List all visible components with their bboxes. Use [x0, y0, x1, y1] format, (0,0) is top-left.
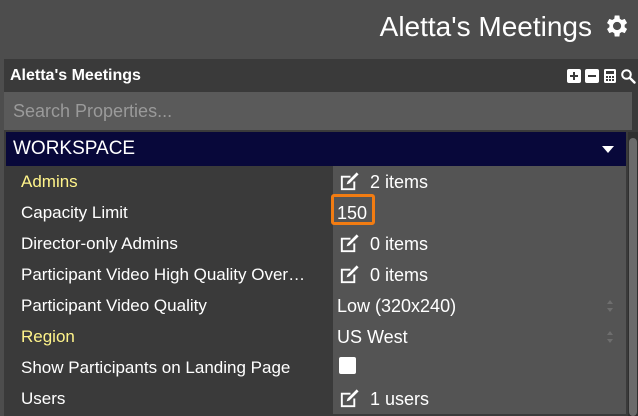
- property-label: Director-only Admins: [21, 234, 178, 253]
- property-row-participant-video-high-quality-override: Participant Video High Quality Over… 0 i…: [6, 259, 626, 290]
- chevron-down-icon[interactable]: [602, 146, 614, 153]
- property-label: Users: [21, 389, 66, 408]
- calculator-icon[interactable]: [602, 68, 618, 84]
- edit-icon[interactable]: [338, 232, 361, 255]
- value-text: 1 users: [370, 389, 430, 409]
- plus-square-icon[interactable]: [566, 68, 582, 84]
- property-label: Participant Video Quality: [21, 296, 207, 315]
- scrollbar-thumb[interactable]: [629, 138, 637, 416]
- panel-header: Aletta's Meetings: [4, 59, 638, 92]
- section-label: WORKSPACE: [13, 138, 136, 159]
- edit-icon[interactable]: [338, 263, 361, 286]
- property-value[interactable]: 0 items: [333, 259, 626, 290]
- property-row-capacity-limit: Capacity Limit 150: [6, 194, 626, 228]
- select-value: US West: [337, 327, 408, 347]
- property-label: Region: [21, 327, 75, 346]
- property-label: Show Participants on Landing Page: [21, 358, 291, 377]
- app-title: Aletta's Meetings: [379, 11, 592, 42]
- edit-icon[interactable]: [338, 170, 361, 193]
- video-quality-select[interactable]: Low (320x240): [333, 290, 626, 321]
- section-workspace-header[interactable]: WORKSPACE: [6, 132, 626, 166]
- property-label: Admins: [21, 172, 78, 191]
- panel-toolbar: [566, 68, 636, 84]
- property-value[interactable]: 1 users: [333, 383, 626, 414]
- property-value[interactable]: 2 items: [333, 166, 626, 197]
- scrollbar[interactable]: [628, 132, 638, 416]
- value-text: 0 items: [370, 234, 429, 254]
- top-bar: Aletta's Meetings: [0, 0, 638, 58]
- search-properties-input[interactable]: [4, 92, 632, 130]
- value-text: 2 items: [370, 172, 429, 192]
- region-select[interactable]: US West: [333, 321, 626, 352]
- property-row-show-participants-on-landing-page: Show Participants on Landing Page: [6, 352, 626, 383]
- gear-icon[interactable]: [602, 12, 630, 40]
- properties-panel: Aletta's Meetings Search Properties... W…: [4, 59, 638, 416]
- capacity-limit-input[interactable]: 150: [337, 203, 367, 223]
- show-participants-checkbox[interactable]: [339, 357, 356, 374]
- search-icon[interactable]: [620, 68, 636, 84]
- property-value: [333, 352, 626, 383]
- edit-icon[interactable]: [338, 387, 361, 410]
- property-value[interactable]: 0 items: [333, 228, 626, 259]
- property-row-admins: Admins 2 items: [6, 166, 626, 197]
- property-row-participant-video-quality: Participant Video Quality Low (320x240): [6, 290, 626, 321]
- property-row-region: Region US West: [6, 321, 626, 352]
- panel-title: Aletta's Meetings: [10, 67, 141, 84]
- property-row-director-only-admins: Director-only Admins 0 items: [6, 228, 626, 259]
- value-text: 0 items: [370, 265, 429, 285]
- property-row-users: Users 1 users: [6, 383, 626, 414]
- select-value: Low (320x240): [337, 296, 457, 316]
- property-label: Participant Video High Quality Over…: [21, 265, 306, 284]
- property-value[interactable]: 150: [331, 194, 626, 228]
- select-arrows-icon: [607, 331, 613, 343]
- minus-square-icon[interactable]: [584, 68, 600, 84]
- property-list: Admins 2 items Capacity Limit 150 Direct…: [6, 166, 626, 416]
- property-label: Capacity Limit: [21, 203, 128, 222]
- select-arrows-icon: [607, 300, 613, 312]
